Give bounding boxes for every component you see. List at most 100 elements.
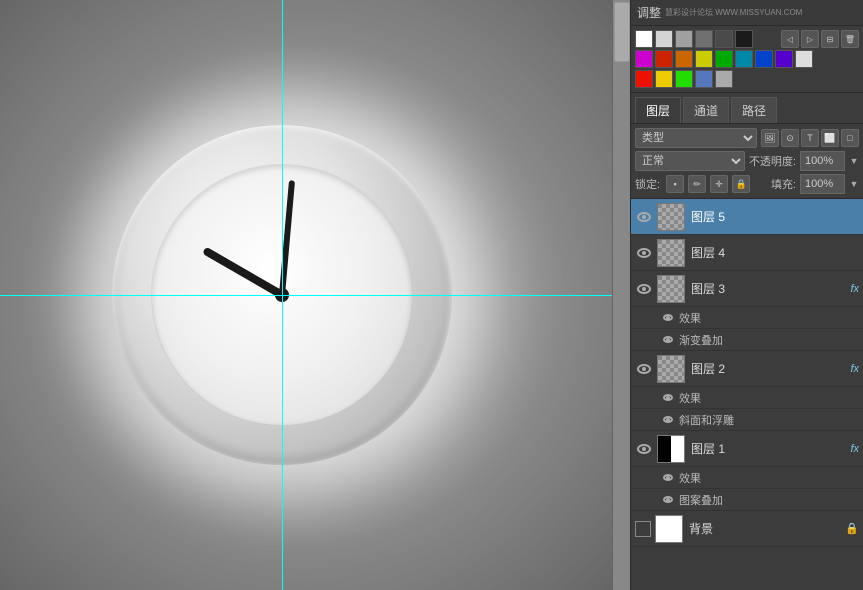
kind-icons: 🖼 ⊙ T ⬜ □ xyxy=(761,129,859,147)
layer-3-gradient-overlay[interactable]: 渐变叠加 xyxy=(631,329,863,351)
swatch-dark-gray[interactable] xyxy=(695,30,713,48)
blend-mode-select[interactable]: 正常 xyxy=(635,151,745,171)
opacity-value[interactable]: 100% xyxy=(800,151,845,171)
hand-center xyxy=(275,288,289,302)
swatch-blue[interactable] xyxy=(755,50,773,68)
mini-btn-3[interactable]: ⊟ xyxy=(821,30,839,48)
layer-3-gradient-eye[interactable] xyxy=(661,333,675,347)
layer-4-thumb xyxy=(657,239,685,267)
swatch-white[interactable] xyxy=(635,30,653,48)
right-panel: 调整 慧彩设计论坛 WWW.MISSYUAN.COM ◁ ▷ ⊟ 🗑 xyxy=(630,0,863,590)
layer-1-visibility[interactable] xyxy=(635,440,653,458)
layer-3-name: 图层 3 xyxy=(691,280,846,297)
mini-btn-4[interactable]: 🗑 xyxy=(841,30,859,48)
swatch-silver[interactable] xyxy=(715,70,733,88)
swatches-area: ◁ ▷ ⊟ 🗑 xyxy=(631,26,863,93)
swatch-black[interactable] xyxy=(735,30,753,48)
kind-icon-1[interactable]: 🖼 xyxy=(761,129,779,147)
swatch-light-gray[interactable] xyxy=(655,30,673,48)
fill-label: 填充: xyxy=(771,176,796,192)
eye-icon-1e xyxy=(663,474,673,481)
eye-icon-4 xyxy=(637,248,651,258)
layer-3-fx: fx xyxy=(850,283,859,295)
tab-paths[interactable]: 路径 xyxy=(731,97,777,123)
layer-2-bevel-eye[interactable] xyxy=(661,413,675,427)
minute-hand xyxy=(279,180,295,295)
layer-1-effect-eye[interactable] xyxy=(661,471,675,485)
layer-1-effect-label: 效果 xyxy=(679,470,701,486)
eye-icon-3 xyxy=(637,284,651,294)
swatch-yellow[interactable] xyxy=(695,50,713,68)
layer-4-visibility[interactable] xyxy=(635,244,653,262)
kind-icon-4[interactable]: ⬜ xyxy=(821,129,839,147)
swatch-bright-red[interactable] xyxy=(635,70,653,88)
panel-header: 调整 慧彩设计论坛 WWW.MISSYUAN.COM xyxy=(631,0,863,26)
kind-select[interactable]: 类型 xyxy=(635,128,757,148)
layer-5-thumb xyxy=(657,203,685,231)
background-layer[interactable]: 背景 🔒 xyxy=(631,511,863,547)
layer-2-effect-eye[interactable] xyxy=(661,391,675,405)
swatch-magenta[interactable] xyxy=(635,50,653,68)
swatch-red[interactable] xyxy=(655,50,673,68)
tab-layers[interactable]: 图层 xyxy=(635,97,681,123)
kind-icon-3[interactable]: T xyxy=(801,129,819,147)
swatch-gray[interactable] xyxy=(675,30,693,48)
layer-item-3[interactable]: 图层 3 fx xyxy=(631,271,863,307)
layer-2-effect-header[interactable]: 效果 xyxy=(631,387,863,409)
kind-icon-5[interactable]: □ xyxy=(841,129,859,147)
layer-2-bevel-emboss[interactable]: 斜面和浮雕 xyxy=(631,409,863,431)
layer-1-thumb xyxy=(657,435,685,463)
fill-value[interactable]: 100% xyxy=(800,174,845,194)
swatch-bright-green[interactable] xyxy=(675,70,693,88)
layer-item-4[interactable]: 图层 4 xyxy=(631,235,863,271)
layer-5-visibility[interactable] xyxy=(635,208,653,226)
layer-3-effect-eye[interactable] xyxy=(661,311,675,325)
layer-2-name: 图层 2 xyxy=(691,360,846,377)
tab-channels[interactable]: 通道 xyxy=(683,97,729,123)
lock-row: 锁定: ▪ ✏ ✛ 🔒 填充: 100% ▼ xyxy=(635,174,859,194)
swatch-purple[interactable] xyxy=(775,50,793,68)
kind-icon-2[interactable]: ⊙ xyxy=(781,129,799,147)
layer-item-1[interactable]: 图层 1 fx xyxy=(631,431,863,467)
eye-icon-3g xyxy=(663,336,673,343)
layer-1-pattern-eye[interactable] xyxy=(661,493,675,507)
clock-outer xyxy=(112,125,452,465)
lock-all[interactable]: 🔒 xyxy=(732,175,750,193)
watermark: 慧彩设计论坛 WWW.MISSYUAN.COM xyxy=(665,7,802,18)
fill-arrow[interactable]: ▼ xyxy=(849,179,859,189)
swatch-steel-blue[interactable] xyxy=(695,70,713,88)
swatch-orange[interactable] xyxy=(675,50,693,68)
layer-1-effect-header[interactable]: 效果 xyxy=(631,467,863,489)
layer-3-visibility[interactable] xyxy=(635,280,653,298)
bg-checkbox[interactable] xyxy=(635,521,651,537)
eye-icon-1 xyxy=(637,444,651,454)
swatch-green[interactable] xyxy=(715,50,733,68)
swatch-row-2 xyxy=(635,50,859,68)
swatch-row-3 xyxy=(635,70,859,88)
lock-brush[interactable]: ✏ xyxy=(688,175,706,193)
scrollbar-thumb[interactable] xyxy=(614,2,630,62)
lock-position[interactable]: ✛ xyxy=(710,175,728,193)
opacity-arrow[interactable]: ▼ xyxy=(849,156,859,166)
scrollbar[interactable] xyxy=(612,0,630,590)
layer-2-fx: fx xyxy=(850,363,859,375)
swatch-bright-yellow[interactable] xyxy=(655,70,673,88)
panel-title: 调整 xyxy=(637,4,661,21)
layer-1-name: 图层 1 xyxy=(691,440,846,457)
layer-3-effect-header[interactable]: 效果 xyxy=(631,307,863,329)
layer-2-visibility[interactable] xyxy=(635,360,653,378)
mini-btn-1[interactable]: ◁ xyxy=(781,30,799,48)
layer-3-effect-label: 效果 xyxy=(679,310,701,326)
lock-label: 锁定: xyxy=(635,176,660,192)
layer-item-2[interactable]: 图层 2 fx xyxy=(631,351,863,387)
swatch-darker-gray[interactable] xyxy=(715,30,733,48)
lock-checkered[interactable]: ▪ xyxy=(666,175,684,193)
layer-5-name: 图层 5 xyxy=(691,208,859,225)
layer-item-5[interactable]: 图层 5 xyxy=(631,199,863,235)
swatch-light[interactable] xyxy=(795,50,813,68)
swatch-cyan[interactable] xyxy=(735,50,753,68)
clock-inner xyxy=(152,165,412,425)
bg-thumb xyxy=(655,515,683,543)
mini-btn-2[interactable]: ▷ xyxy=(801,30,819,48)
layer-1-pattern-overlay[interactable]: 图案叠加 xyxy=(631,489,863,511)
